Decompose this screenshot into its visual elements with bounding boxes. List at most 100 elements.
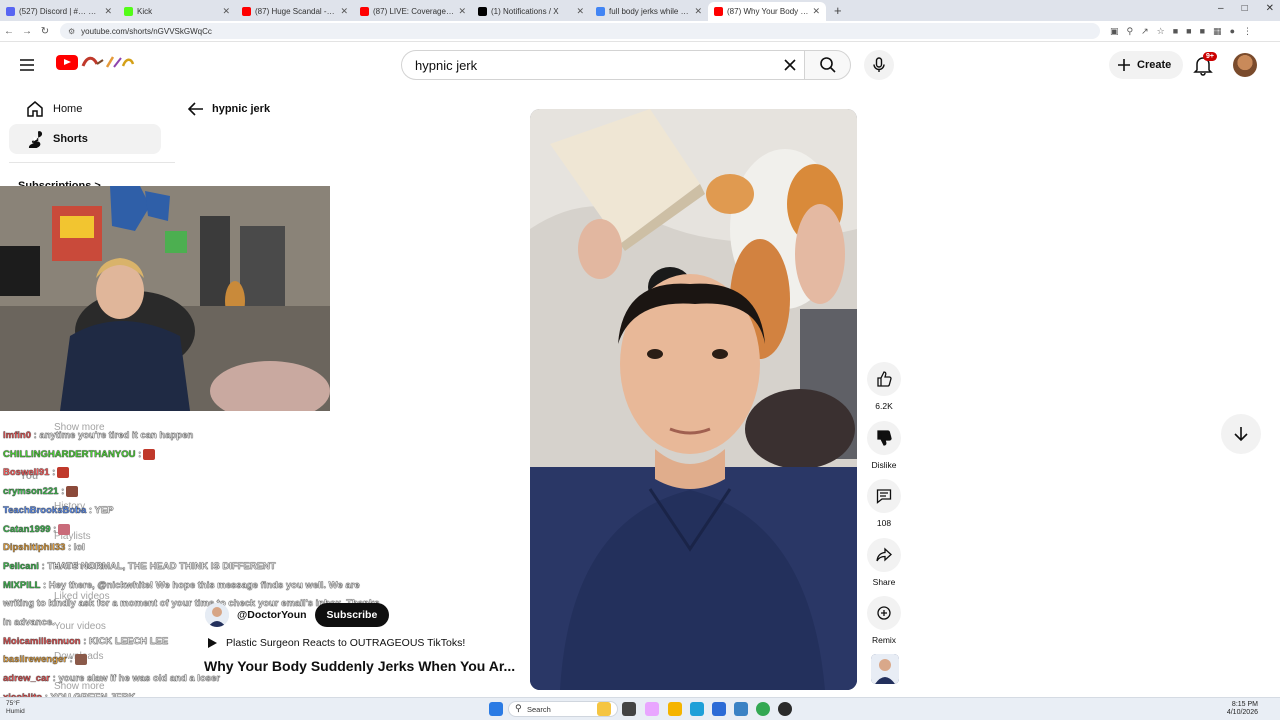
search-button[interactable] — [804, 50, 851, 80]
app-icon[interactable] — [734, 702, 748, 716]
chat-username[interactable]: lmfin0 — [3, 430, 31, 441]
browser-tab[interactable]: full body jerks while resting - G ✕ — [590, 2, 708, 21]
chat-emote-icon — [143, 448, 156, 460]
browser-tab[interactable]: (87) Why Your Body Suddo ✕ — [708, 2, 826, 21]
reload-icon[interactable]: ↻ — [36, 26, 54, 37]
share-page-icon[interactable]: ↗ — [1141, 26, 1149, 37]
browser-tab-strip: (527) Discord | #… general |✕Kick✕(87) H… — [0, 0, 1280, 21]
extension-icon[interactable]: ■ — [1173, 26, 1178, 37]
share-button[interactable]: Share — [867, 538, 901, 587]
close-window-icon[interactable]: ✕ — [1266, 3, 1274, 14]
copilot-icon[interactable] — [645, 702, 659, 716]
tab-label: (87) Huge Scandal - YouTube — [255, 7, 336, 16]
comments-button[interactable]: 108 — [867, 479, 901, 528]
chat-message: TeachBrooksBoba : YEP — [3, 502, 383, 521]
chat-username[interactable]: Dipshitiphil33 — [3, 542, 65, 553]
start-icon[interactable] — [489, 702, 503, 716]
install-icon[interactable]: ▣ — [1110, 26, 1119, 37]
chrome-icon[interactable] — [756, 702, 770, 716]
chat-text: : — [69, 654, 73, 666]
next-short-button[interactable] — [1221, 414, 1261, 454]
dislike-button[interactable]: Dislike — [867, 421, 901, 470]
puzzle-icon[interactable]: ▦ — [1213, 26, 1222, 37]
chat-username[interactable]: adrew_car — [3, 673, 50, 684]
chat-text: : anytime you're tired it can happen — [33, 430, 194, 441]
file-explorer-icon[interactable] — [668, 702, 682, 716]
tab-close-icon[interactable]: ✕ — [104, 6, 112, 17]
minimize-icon[interactable]: – — [1218, 3, 1224, 14]
guide-menu-button[interactable] — [14, 52, 40, 78]
bookmark-star-icon[interactable]: ☆ — [1157, 26, 1165, 37]
chat-username[interactable]: crymson221 — [3, 486, 59, 497]
new-tab-button[interactable]: + — [826, 3, 850, 21]
extension-icon[interactable]: ■ — [1186, 26, 1191, 37]
clear-search-icon[interactable] — [780, 55, 800, 75]
tab-close-icon[interactable]: ✕ — [694, 6, 702, 17]
app-icon[interactable] — [778, 702, 792, 716]
channel-avatar[interactable] — [205, 603, 229, 627]
zoom-icon[interactable]: ⚲ — [1127, 26, 1134, 37]
maximize-icon[interactable]: □ — [1242, 3, 1248, 14]
weather-widget[interactable]: 75°F Humid — [6, 700, 25, 716]
chat-username[interactable]: Boswell91 — [3, 467, 50, 478]
tab-close-icon[interactable]: ✕ — [576, 6, 584, 17]
voice-search-button[interactable] — [864, 50, 894, 80]
chat-message: CHILLINGHARDERTHANYOU : — [3, 446, 383, 465]
browser-tab[interactable]: (87) LIVE: Coverage of Artemis✕ — [354, 2, 472, 21]
sound-thumbnail[interactable] — [871, 654, 899, 684]
forward-nav-icon[interactable]: → — [18, 26, 36, 37]
video-title[interactable]: Why Your Body Suddenly Jerks When You Ar… — [204, 658, 524, 674]
browser-tab[interactable]: (527) Discord | #… general |✕ — [0, 2, 118, 21]
extensions-bar: ▣ ⚲ ↗ ☆ ■ ■ ■ ▦ ● ⋮ — [1110, 26, 1252, 37]
extension-icon[interactable]: ■ — [1200, 26, 1205, 37]
chat-username[interactable]: TeachBrooksBoba — [3, 505, 86, 516]
profile-icon[interactable]: ● — [1230, 26, 1235, 37]
like-button[interactable]: 6.2K — [867, 362, 901, 411]
chat-text: : KICK LEECH LEE — [83, 635, 169, 647]
system-clock[interactable]: 8:15 PM 4/10/2026 — [1227, 701, 1258, 717]
tab-close-icon[interactable]: ✕ — [458, 6, 466, 17]
chat-username[interactable]: MIXPILL — [3, 580, 41, 591]
tab-close-icon[interactable]: ✕ — [340, 6, 348, 17]
store-icon[interactable] — [712, 702, 726, 716]
chat-username[interactable]: basilrewenger — [3, 654, 67, 665]
browser-tab[interactable]: Kick ✕ — [118, 2, 236, 21]
window-controls: – □ ✕ — [1218, 3, 1274, 14]
shorts-icon — [17, 130, 53, 148]
chat-username[interactable]: CHILLINGHARDERTHANYOU — [3, 449, 136, 460]
url-field[interactable]: ⚙ youtube.com/shorts/nGVVSkGWqCc — [60, 23, 1100, 39]
edge-icon[interactable] — [690, 702, 704, 716]
tab-close-icon[interactable]: ✕ — [812, 6, 820, 17]
site-info-icon[interactable]: ⚙ — [68, 27, 75, 36]
chat-username[interactable]: Moicamillennuon — [3, 636, 81, 647]
back-nav-icon[interactable]: ← — [0, 26, 18, 37]
tab-label: (87) Why Your Body Suddo — [727, 7, 808, 16]
channel-name[interactable]: @DoctorYoun — [237, 609, 307, 621]
account-avatar[interactable] — [1233, 53, 1257, 77]
widgets-icon[interactable] — [597, 702, 611, 716]
tab-close-icon[interactable]: ✕ — [222, 6, 230, 17]
playlist-link[interactable]: Plastic Surgeon Reacts to OUTRAGEOUS Tik… — [206, 637, 465, 649]
youtube-play-icon — [56, 54, 78, 70]
remix-button[interactable]: Remix — [867, 596, 901, 645]
back-to-search[interactable]: hypnic jerk — [188, 102, 270, 116]
youtube-logo[interactable] — [56, 54, 135, 70]
windows-taskbar: 75°F Humid ⚲ Search 8:15 PM 4/10/2026 — [0, 697, 1280, 720]
subscribe-button[interactable]: Subscribe — [314, 603, 390, 627]
chat-emote-icon — [58, 523, 71, 535]
menu-dots-icon[interactable]: ⋮ — [1243, 26, 1252, 37]
tab-label: (1) Notifications / X — [491, 7, 559, 16]
task-view-icon[interactable] — [622, 702, 636, 716]
sidebar-item-home[interactable]: Home — [9, 94, 161, 124]
browser-tab[interactable]: (1) Notifications / X ✕ — [472, 2, 590, 21]
search-input[interactable]: hypnic jerk — [401, 50, 804, 80]
create-button[interactable]: Create — [1109, 51, 1184, 79]
sidebar-item-shorts[interactable]: Shorts — [9, 124, 161, 154]
chat-username[interactable]: Catan1999 — [3, 523, 51, 534]
chat-text: : YEP — [88, 504, 114, 516]
short-video-player[interactable] — [530, 109, 857, 690]
browser-tab[interactable]: (87) Huge Scandal - YouTube ✕ — [236, 2, 354, 21]
chat-username[interactable]: Pelicani — [3, 561, 39, 572]
tab-favicon-icon — [124, 7, 133, 16]
comment-icon — [876, 489, 892, 504]
